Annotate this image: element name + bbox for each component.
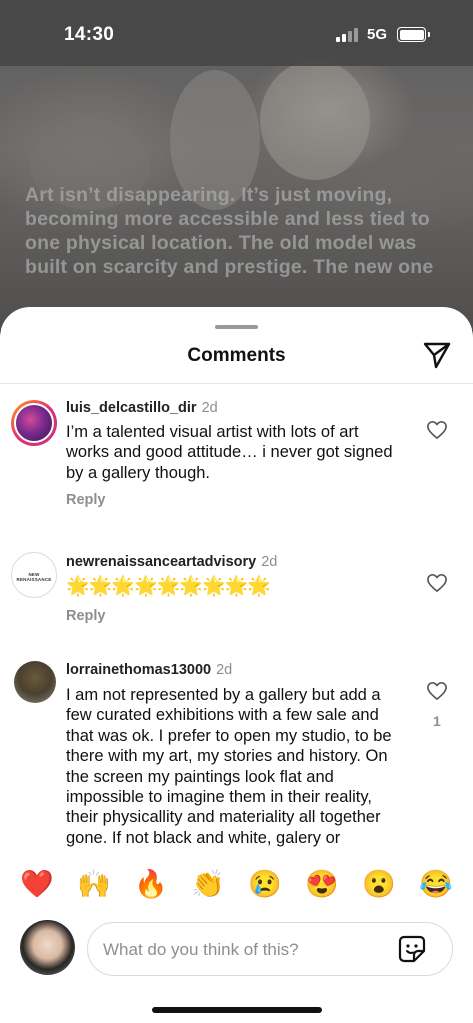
emoji-reaction-bar: ❤️ 🙌 🔥 👏 😢 😍 😮 😂 (0, 862, 473, 906)
comment-input-box[interactable] (87, 922, 453, 976)
comments-sheet: Comments luis_delcastillo_dir 2d I’m a ta… (0, 307, 473, 1023)
figure-shape (260, 60, 370, 180)
emoji-heart-eyes-button[interactable]: 😍 (302, 862, 342, 906)
status-bar: 14:30 5G (0, 0, 473, 66)
my-avatar[interactable] (20, 920, 75, 975)
post-caption: Art isn’t disappearing. It’s just moving… (25, 184, 434, 278)
battery-icon (397, 27, 426, 42)
sticker-icon[interactable] (397, 934, 427, 964)
sheet-grabber[interactable] (215, 325, 258, 329)
reply-button[interactable]: Reply (66, 608, 106, 624)
battery-tip (428, 32, 430, 37)
like-heart-icon[interactable] (426, 573, 448, 593)
comment-age: 2d (201, 400, 218, 416)
comment-username[interactable]: luis_delcastillo_dir 2d (66, 400, 218, 416)
comment-age: 2d (216, 662, 233, 678)
emoji-laughing-button[interactable]: 😂 (416, 862, 456, 906)
comment-text: I’m a talented visual artist with lots o… (66, 423, 393, 482)
avatar[interactable]: NEW RENAISSANCE (11, 552, 57, 598)
avatar[interactable] (11, 400, 57, 446)
comments-list[interactable]: luis_delcastillo_dir 2d I’m a talented vi… (0, 384, 473, 847)
send-icon[interactable] (422, 340, 452, 370)
emoji-clap-button[interactable]: 👏 (188, 862, 228, 906)
status-time: 14:30 (64, 24, 115, 45)
avatar-logo-text: NEW RENAISSANCE (16, 572, 52, 582)
signal-icon (336, 27, 360, 42)
emoji-raised-hands-button[interactable]: 🙌 (74, 862, 114, 906)
emoji-heart-button[interactable]: ❤️ (17, 862, 57, 906)
comment-username[interactable]: lorrainethomas13000 2d (66, 662, 232, 678)
emoji-crying-button[interactable]: 😢 (245, 862, 285, 906)
reply-button[interactable]: Reply (66, 492, 106, 508)
sheet-title: Comments (187, 345, 286, 366)
home-indicator[interactable] (152, 1007, 322, 1013)
emoji-fire-button[interactable]: 🔥 (131, 862, 171, 906)
comment-username[interactable]: newrenaissanceartadvisory 2d (66, 554, 277, 570)
avatar[interactable] (14, 661, 56, 703)
emoji-surprised-button[interactable]: 😮 (359, 862, 399, 906)
network-type: 5G (367, 26, 388, 43)
comment-age: 2d (261, 554, 278, 570)
comment-text: 🌟🌟🌟🌟🌟🌟🌟🌟🌟 (66, 576, 271, 597)
like-heart-icon[interactable] (426, 681, 448, 701)
like-count: 1 (433, 713, 441, 729)
like-heart-icon[interactable] (426, 420, 448, 440)
comment-input[interactable] (103, 937, 383, 963)
comment-text: I am not represented by a gallery but ad… (66, 686, 392, 847)
